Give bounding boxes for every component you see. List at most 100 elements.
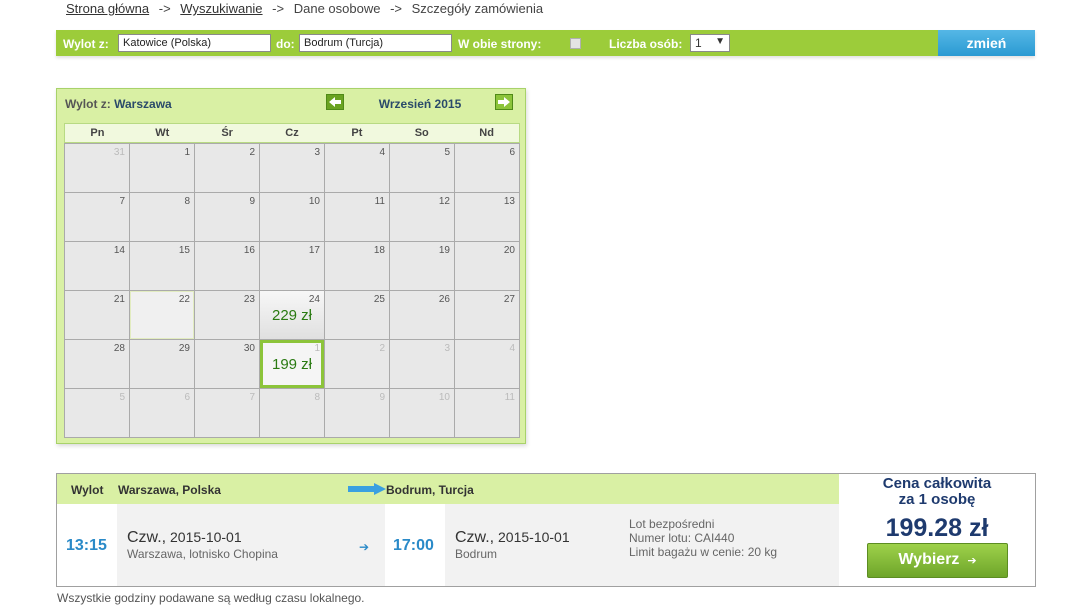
day-number: 7 xyxy=(119,196,125,207)
calendar-day: 17 xyxy=(260,242,325,291)
calendar-day: 15 xyxy=(130,242,195,291)
calendar-day: 11 xyxy=(455,389,520,438)
calendar-day: 5 xyxy=(390,144,455,193)
from-label: Wylot z: xyxy=(63,37,109,51)
day-number: 18 xyxy=(373,245,385,256)
calendar-day: 20 xyxy=(455,242,520,291)
day-number: 7 xyxy=(249,392,255,403)
day-price: 229 zł xyxy=(271,307,313,324)
persons-select[interactable]: 1 ▼ xyxy=(690,34,730,52)
change-search-button[interactable]: zmień xyxy=(938,30,1035,56)
route-arrow-icon xyxy=(348,483,386,495)
calendar-grid: Pn Wt Śr Cz Pt So Nd 31 1 2 3 4 5 6 7 8 9 10 11 12 13 14 15 16… xyxy=(64,123,520,438)
day-number: 2 xyxy=(249,147,255,158)
day-number: 3 xyxy=(314,147,320,158)
arrival-airport: Bodrum xyxy=(455,547,498,561)
calendar-day: 14 xyxy=(65,242,130,291)
breadcrumb-order-details: Szczegóły zamówienia xyxy=(411,1,544,16)
calendar-day: 21 xyxy=(65,291,130,340)
day-number: 30 xyxy=(243,343,255,354)
day-number: 25 xyxy=(373,294,385,305)
calendar-day: 3 xyxy=(260,144,325,193)
departure-airport: Warszawa, lotnisko Chopina xyxy=(127,547,278,561)
price-title-line: za 1 osobę xyxy=(898,491,976,508)
day-number: 9 xyxy=(249,196,255,207)
day-number: 1 xyxy=(314,343,320,354)
calendar-day: 11 xyxy=(325,193,390,242)
weekday-label: So xyxy=(414,127,429,139)
weekday-label: Śr xyxy=(221,127,233,139)
both-ways-checkbox[interactable] xyxy=(570,38,581,49)
calendar-day: 10 xyxy=(260,193,325,242)
chevron-down-icon: ▼ xyxy=(715,36,725,47)
calendar-day: 4 xyxy=(325,144,390,193)
price-title-line: Cena całkowita xyxy=(882,475,992,492)
calendar-day: 22 xyxy=(130,291,195,340)
day-number: 3 xyxy=(444,343,450,354)
calendar-day: 12 xyxy=(390,193,455,242)
departure-weekday: Czw., xyxy=(127,529,167,546)
search-bar: Wylot z: Katowice (Polska) do: Bodrum (T… xyxy=(56,30,1035,56)
flight-route-header: Wylot Warszawa, Polska Bodrum, Turcja xyxy=(57,474,839,504)
day-number: 28 xyxy=(113,343,125,354)
calendar-day: 30 xyxy=(195,340,260,389)
route-to-city: Bodrum, Turcja xyxy=(386,483,474,497)
calendar-day: 8 xyxy=(260,389,325,438)
breadcrumb-search-link[interactable]: Wyszukiwanie xyxy=(180,1,262,16)
calendar-day: 1 xyxy=(130,144,195,193)
departure-time: 13:15 xyxy=(66,537,107,554)
price-panel: Cena całkowita za 1 osobę 199.28 zł Wybi… xyxy=(839,474,1035,586)
day-price: 199 zł xyxy=(271,356,313,373)
calendar-day: 28 xyxy=(65,340,130,389)
calendar-day[interactable]: 24 229 zł xyxy=(260,291,325,340)
select-button-label: Wybierz xyxy=(898,551,960,568)
calendar-day: 25 xyxy=(325,291,390,340)
day-number: 23 xyxy=(243,294,255,305)
day-number: 8 xyxy=(184,196,190,207)
calendar-day: 5 xyxy=(65,389,130,438)
baggage-limit: Limit bagażu w cenie: 20 kg xyxy=(629,545,778,559)
day-number: 24 xyxy=(308,294,320,305)
calendar-day: 19 xyxy=(390,242,455,291)
day-number: 15 xyxy=(178,245,190,256)
next-month-button[interactable] xyxy=(495,94,513,110)
calendar-day: 29 xyxy=(130,340,195,389)
departure-info-cell: Czw., 2015-10-01 Warszawa, lotnisko Chop… xyxy=(117,504,385,586)
prev-month-button[interactable] xyxy=(326,94,344,110)
select-flight-button[interactable]: Wybierz ➔ xyxy=(867,543,1008,578)
arrow-right-icon: ➔ xyxy=(967,555,977,567)
day-number: 21 xyxy=(113,294,125,305)
day-number: 10 xyxy=(438,392,450,403)
calendar-day: 13 xyxy=(455,193,520,242)
both-ways-label: W obie strony: xyxy=(458,37,542,51)
calendar-day: 7 xyxy=(65,193,130,242)
day-number: 11 xyxy=(504,392,515,403)
persons-label: Liczba osób: xyxy=(609,37,683,51)
breadcrumb-separator: -> xyxy=(390,1,402,16)
calendar-days: 31 1 2 3 4 5 6 7 8 9 10 11 12 13 14 15 16 17 18 19 20 21 22 23 2… xyxy=(64,143,520,438)
weekday-label: Cz xyxy=(285,127,299,139)
day-number: 29 xyxy=(178,343,190,354)
weekday-label: Nd xyxy=(479,127,494,139)
calendar-day: 27 xyxy=(455,291,520,340)
day-number: 17 xyxy=(308,245,320,256)
from-input[interactable]: Katowice (Polska) xyxy=(118,34,271,52)
day-number: 6 xyxy=(184,392,190,403)
day-number: 9 xyxy=(379,392,385,403)
to-input[interactable]: Bodrum (Turcja) xyxy=(299,34,452,52)
price-title: Cena całkowita za 1 osobę xyxy=(839,476,1035,508)
calendar-day-selected[interactable]: 1 199 zł xyxy=(260,340,325,389)
breadcrumb-home-link[interactable]: Strona główna xyxy=(66,1,149,16)
departure-label: Wylot xyxy=(71,483,104,497)
flight-number: Numer lotu: CAI440 xyxy=(629,531,735,545)
calendar-day: 3 xyxy=(390,340,455,389)
total-price: 199.28 zł xyxy=(885,514,989,542)
breadcrumb-separator: -> xyxy=(272,1,285,16)
flight-segment: 13:15 Czw., 2015-10-01 Warszawa, lotnisk… xyxy=(57,504,839,586)
calendar-day: 16 xyxy=(195,242,260,291)
breadcrumb-personal-data: Dane osobowe xyxy=(293,1,381,16)
flight-details: Lot bezpośredni Numer lotu: CAI440 Limit… xyxy=(629,517,777,559)
day-number: 16 xyxy=(243,245,255,256)
to-label: do: xyxy=(276,37,295,51)
calendar-day: 7 xyxy=(195,389,260,438)
